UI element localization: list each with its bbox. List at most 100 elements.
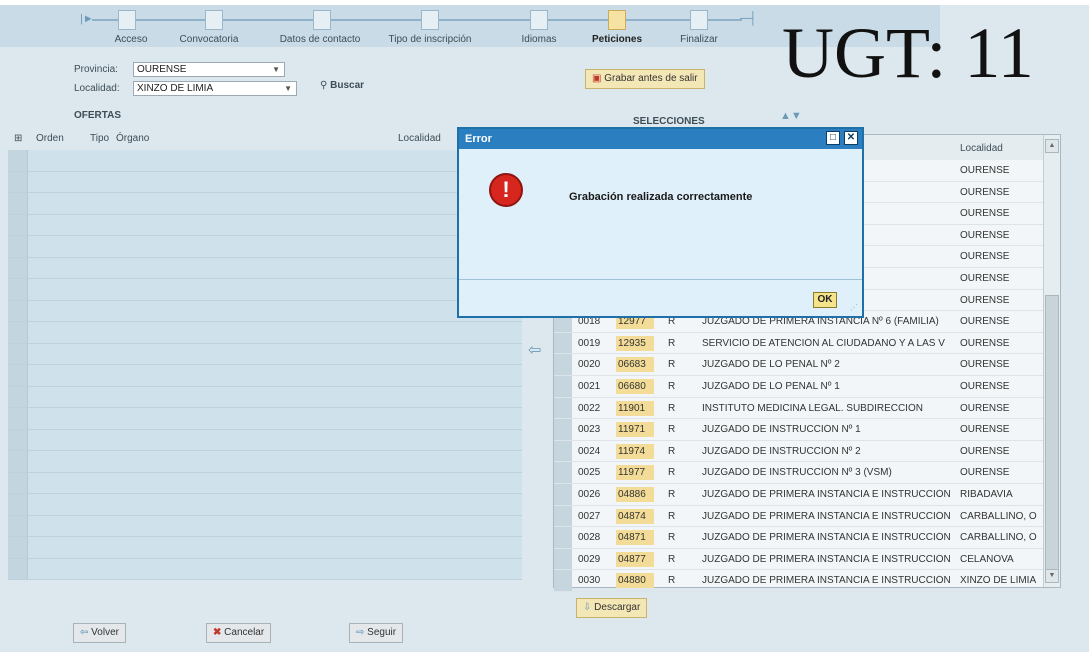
table-row[interactable] <box>8 214 522 236</box>
step-label-acceso[interactable]: Acceso <box>115 34 148 45</box>
ofertas-table-header: ⊞ Orden Tipo Órgano Localidad <box>8 129 453 148</box>
step-box-peticiones[interactable] <box>608 10 626 30</box>
table-row[interactable]: 0026 04886 R JUZGADO DE PRIMERA INSTANCIA E… <box>554 483 1044 506</box>
col-localidad-selecciones[interactable]: Localidad <box>960 143 1003 154</box>
col-organo[interactable]: Órgano <box>116 133 149 144</box>
back-button[interactable]: ⇦ Volver <box>73 623 126 643</box>
next-button[interactable]: ⇨ Seguir <box>349 623 404 643</box>
step-box-acceso[interactable] <box>118 10 136 30</box>
table-row[interactable] <box>8 257 522 279</box>
step-box-convocatoria[interactable] <box>205 10 223 30</box>
scroll-down-icon[interactable]: ▼ <box>1045 569 1059 583</box>
ok-button[interactable]: OK <box>813 292 837 308</box>
table-row[interactable] <box>8 193 522 215</box>
table-row[interactable] <box>8 322 522 344</box>
row-selector[interactable] <box>554 354 572 375</box>
provincia-select[interactable]: OURENSE ▼ <box>133 62 285 77</box>
table-row[interactable] <box>8 365 522 387</box>
row-orden: 0028 <box>578 532 601 544</box>
row-selector[interactable] <box>554 397 572 419</box>
maximize-icon[interactable]: □ <box>826 131 840 145</box>
row-orden: 0024 <box>578 445 601 457</box>
table-row[interactable]: 0020 06683 R JUZGADO DE LO PENAL Nº 2 OURENS… <box>554 354 1044 376</box>
table-settings-icon[interactable]: ⊞ <box>14 133 22 144</box>
table-row[interactable] <box>8 150 522 172</box>
table-row[interactable] <box>8 472 522 494</box>
scroll-thumb[interactable] <box>1045 295 1059 575</box>
row-selector[interactable] <box>554 462 572 483</box>
table-row[interactable]: 0028 04871 R JUZGADO DE PRIMERA INSTANCIA E… <box>554 527 1044 549</box>
row-selector[interactable] <box>554 483 572 505</box>
reorder-arrows[interactable]: ▲▼ <box>780 110 802 122</box>
error-exclamation-icon: ! <box>489 173 523 207</box>
row-orden: 0020 <box>578 359 601 371</box>
table-row[interactable]: 0019 12935 R SERVICIO DE ATENCIÓN AL CIUDAD… <box>554 332 1044 355</box>
table-row[interactable] <box>8 408 522 430</box>
row-tipo: R <box>668 488 676 500</box>
row-selector[interactable] <box>554 548 572 570</box>
arrow-down-icon[interactable]: ▼ <box>791 110 802 122</box>
step-label-convocatoria[interactable]: Convocatoria <box>180 34 239 45</box>
table-row[interactable]: 0024 11974 R JUZGADO DE INSTRUCCIÓN Nº 2 OUR… <box>554 440 1044 463</box>
row-localidad: OURENSE <box>960 337 1010 349</box>
table-row[interactable] <box>8 343 522 365</box>
table-row[interactable] <box>8 171 522 193</box>
step-label-datos-contacto[interactable]: Datos de contacto <box>280 34 361 45</box>
step-box-tipo-inscripcion[interactable] <box>421 10 439 30</box>
table-row[interactable]: 0021 06680 R JUZGADO DE LO PENAL Nº 1 OURENS… <box>554 375 1044 398</box>
dialog-title-bar[interactable]: Error □ ✕ <box>459 129 862 149</box>
save-before-exit-button[interactable]: ▣ Grabar antes de salir <box>585 69 705 89</box>
row-selector[interactable] <box>554 332 572 354</box>
table-row[interactable] <box>8 515 522 537</box>
resize-grip-icon[interactable]: ⋰ <box>850 303 858 312</box>
row-selector[interactable] <box>554 440 572 462</box>
col-orden[interactable]: Orden <box>36 133 64 144</box>
step-label-finalizar[interactable]: Finalizar <box>680 34 718 45</box>
row-selector[interactable] <box>554 527 572 548</box>
step-box-idiomas[interactable] <box>530 10 548 30</box>
vertical-scrollbar[interactable]: ▲ ▼ <box>1043 135 1060 587</box>
table-row[interactable] <box>8 279 522 301</box>
table-row[interactable] <box>8 537 522 559</box>
table-row[interactable] <box>8 386 522 408</box>
col-localidad[interactable]: Localidad <box>398 133 441 144</box>
ofertas-table-body <box>8 150 522 580</box>
row-orden: 0019 <box>578 337 601 349</box>
table-row[interactable]: 0025 11977 R JUZGADO DE INSTRUCCIÓN Nº 3 (V… <box>554 462 1044 484</box>
step-box-finalizar[interactable] <box>690 10 708 30</box>
dialog-title: Error <box>465 133 492 145</box>
row-orden: 0022 <box>578 402 601 414</box>
move-left-arrow-icon[interactable]: ⇦ <box>528 340 541 360</box>
download-button[interactable]: ⇩ Descargar <box>576 598 648 618</box>
close-icon[interactable]: ✕ <box>844 131 858 145</box>
row-selector[interactable] <box>554 505 572 527</box>
arrow-up-icon[interactable]: ▲ <box>780 110 791 122</box>
table-row[interactable] <box>8 300 522 322</box>
table-row[interactable] <box>8 494 522 516</box>
stepper-track <box>92 19 742 21</box>
table-row[interactable]: 0027 04874 R JUZGADO DE PRIMERA INSTANCIA E… <box>554 505 1044 528</box>
table-row[interactable] <box>8 451 522 473</box>
table-row[interactable]: 0022 11901 R INSTITUTO MEDICINA LEGAL. SUBD… <box>554 397 1044 420</box>
row-organo: INSTITUTO MEDICINA LEGAL. SUBDIRECCIÓN <box>702 402 923 414</box>
step-label-idiomas[interactable]: Idiomas <box>521 34 556 45</box>
cancel-button[interactable]: ✖ Cancelar <box>206 623 272 643</box>
row-orden: 0023 <box>578 424 601 436</box>
table-row[interactable] <box>8 429 522 451</box>
table-row[interactable]: 0023 11971 R JUZGADO DE INSTRUCCIÓN Nº 1 OUR… <box>554 419 1044 441</box>
table-row[interactable]: 0030 04880 R JUZGADO DE PRIMERA INSTANCIA E… <box>554 570 1044 592</box>
step-box-datos-contacto[interactable] <box>313 10 331 30</box>
next-label: Seguir <box>367 627 397 638</box>
table-row[interactable] <box>8 558 522 580</box>
step-label-peticiones[interactable]: Peticiones <box>592 34 642 45</box>
localidad-select[interactable]: XINZO DE LIMIA ▼ <box>133 81 297 96</box>
step-label-tipo-inscripcion[interactable]: Tipo de inscripción <box>388 34 471 45</box>
search-button[interactable]: ⚲ Buscar <box>320 80 364 91</box>
scroll-up-icon[interactable]: ▲ <box>1045 139 1059 153</box>
row-selector[interactable] <box>554 375 572 397</box>
col-tipo[interactable]: Tipo <box>90 133 109 144</box>
table-row[interactable]: 0029 04877 R JUZGADO DE PRIMERA INSTANCIA E… <box>554 548 1044 571</box>
table-row[interactable] <box>8 236 522 258</box>
row-selector[interactable] <box>554 419 572 440</box>
row-selector[interactable] <box>554 570 572 591</box>
